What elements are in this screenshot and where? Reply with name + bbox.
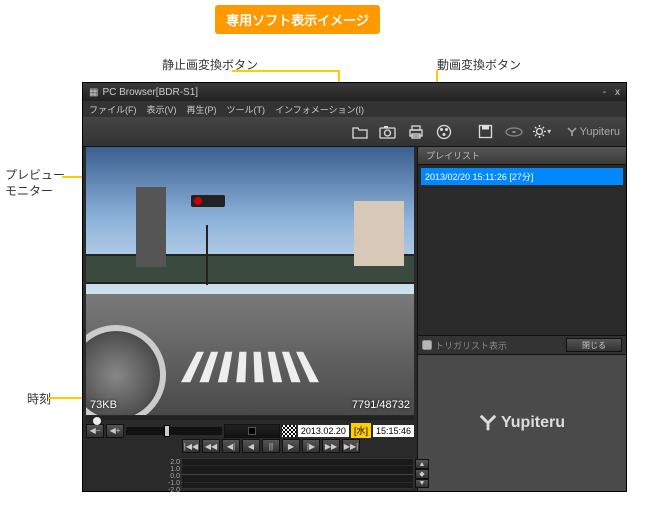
yupiteru-icon bbox=[479, 414, 497, 432]
skip-end-button[interactable]: ▶▶| bbox=[342, 439, 360, 453]
yupiteru-icon bbox=[567, 127, 577, 137]
menu-tool[interactable]: ツール(T) bbox=[227, 103, 266, 115]
step-back-button[interactable]: ◀| bbox=[222, 439, 240, 453]
app-icon: ▦ bbox=[89, 87, 98, 98]
graph-zoom-in-button[interactable]: ▲ bbox=[415, 459, 429, 468]
gsensor-graph: 2.0 1.0 0.0 -1.0 -2.0 ▲ ◆ ▼ bbox=[181, 458, 414, 489]
checker-icon bbox=[282, 425, 296, 437]
pause-button[interactable]: || bbox=[262, 439, 280, 453]
mode-button[interactable] bbox=[224, 424, 280, 438]
movie-convert-button[interactable] bbox=[433, 121, 455, 143]
menu-view[interactable]: 表示(V) bbox=[147, 103, 177, 115]
app-title: PC Browser[BDR-S1] bbox=[102, 87, 198, 98]
menu-file[interactable]: ファイル(F) bbox=[89, 103, 137, 115]
playlist-item[interactable]: 2013/02/20 15:11:26 [27分] bbox=[421, 168, 623, 185]
playlist-tab[interactable]: プレイリスト bbox=[418, 147, 626, 165]
app-window: ▦ PC Browser[BDR-S1] - x ファイル(F) 表示(V) 再… bbox=[82, 82, 627, 492]
callout-line bbox=[232, 70, 338, 72]
video-size-label: 73KB bbox=[90, 399, 117, 411]
menu-info[interactable]: インフォメーション(I) bbox=[275, 103, 364, 115]
brand-logo: Yupiteru bbox=[567, 126, 620, 138]
close-window-button[interactable]: x bbox=[615, 87, 620, 98]
graph-y-labels: 2.0 1.0 0.0 -1.0 -2.0 bbox=[154, 459, 180, 488]
date-display: 2013.02.20 bbox=[298, 425, 349, 437]
settings-button[interactable]: ▾ bbox=[531, 121, 553, 143]
playlist-body: 2013/02/20 15:11:26 [27分] bbox=[418, 165, 626, 335]
graph-reset-button[interactable]: ◆ bbox=[415, 469, 429, 479]
time-display: 15:15:46 bbox=[373, 425, 414, 437]
toolbar: ▾ Yupiteru bbox=[83, 117, 626, 147]
callout-movie: 動画変換ボタン bbox=[437, 56, 521, 73]
play-button[interactable]: ▶ bbox=[282, 439, 300, 453]
step-fwd-button[interactable]: |▶ bbox=[302, 439, 320, 453]
print-button[interactable] bbox=[405, 121, 427, 143]
close-button[interactable]: 閉じる bbox=[566, 338, 622, 352]
playback-controls: ◀− ◀+ 2013.02.20 [水] 15:15:46 |◀◀ ◀◀ ◀| … bbox=[83, 421, 417, 456]
video-frame-counter: 7791/48732 bbox=[352, 399, 410, 411]
save-button[interactable] bbox=[475, 121, 497, 143]
video-preview[interactable]: 73KB 7791/48732 bbox=[86, 147, 414, 415]
banner: 専用ソフト表示イメージ bbox=[215, 5, 380, 34]
camera-still-button[interactable] bbox=[377, 121, 399, 143]
ffwd-button[interactable]: ▶▶ bbox=[322, 439, 340, 453]
menu-play[interactable]: 再生(P) bbox=[187, 103, 217, 115]
rewind-button[interactable]: ◀◀ bbox=[202, 439, 220, 453]
open-button[interactable] bbox=[349, 121, 371, 143]
scrub-bar[interactable] bbox=[86, 416, 414, 420]
callout-preview-monitor: プレビュー モニター bbox=[5, 168, 65, 199]
graph-zoom-out-button[interactable]: ▼ bbox=[415, 479, 429, 488]
skip-start-button[interactable]: |◀◀ bbox=[182, 439, 200, 453]
minimize-button[interactable]: - bbox=[603, 87, 606, 98]
trigger-list-checkbox[interactable]: トリガリスト表示 bbox=[422, 339, 507, 352]
vol-down-button[interactable]: ◀− bbox=[86, 424, 104, 438]
disc-button[interactable] bbox=[503, 121, 525, 143]
vol-up-button[interactable]: ◀+ bbox=[106, 424, 124, 438]
play-back-button[interactable]: ◀ bbox=[242, 439, 260, 453]
menubar: ファイル(F) 表示(V) 再生(P) ツール(T) インフォメーション(I) bbox=[83, 101, 626, 117]
day-display: [水] bbox=[351, 423, 371, 438]
volume-slider[interactable] bbox=[126, 427, 222, 435]
titlebar: ▦ PC Browser[BDR-S1] - x bbox=[83, 83, 626, 101]
brand-panel: Yupiteru bbox=[418, 355, 626, 491]
